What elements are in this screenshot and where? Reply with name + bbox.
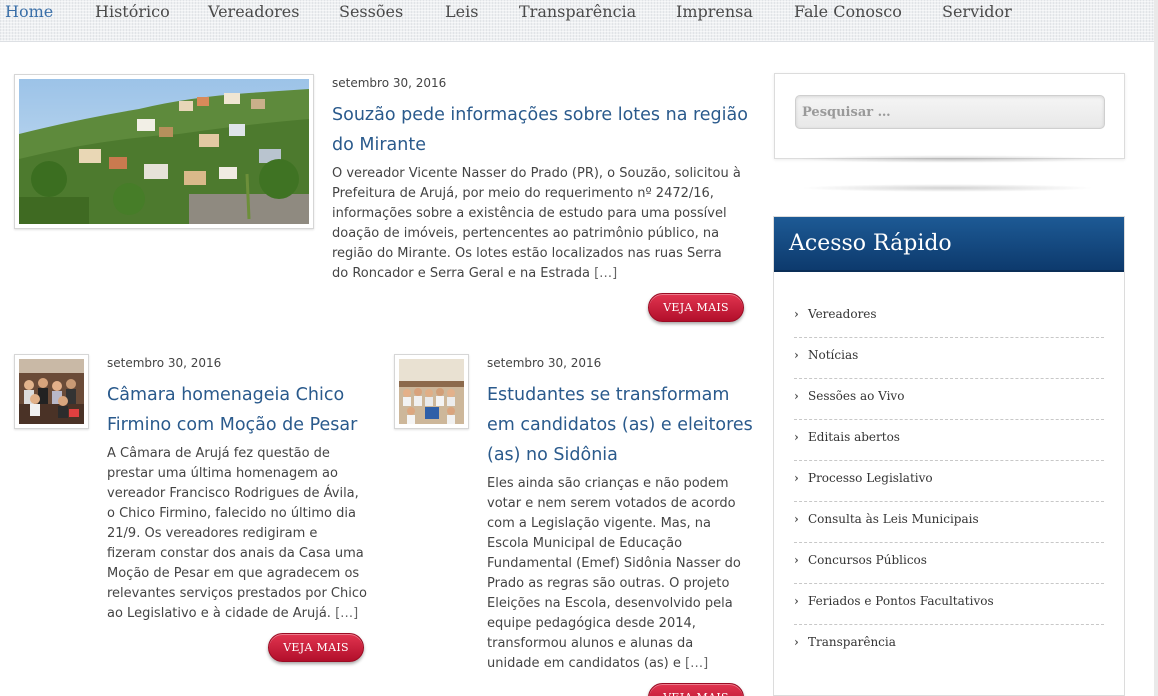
- chevron-right-icon: ›: [794, 635, 799, 649]
- quick-link-processo-legislativo[interactable]: › Processo Legislativo: [794, 461, 1104, 502]
- post-3-excerpt-text: Eles ainda são crianças e não podem vota…: [487, 476, 741, 671]
- quick-access-panel: Acesso Rápido › Vereadores › Notícias › Ses…: [773, 216, 1125, 696]
- chevron-right-icon: ›: [794, 594, 799, 608]
- post-1-date: setembro 30, 2016: [332, 76, 447, 90]
- quick-link-label: Processo Legislativo: [808, 471, 933, 485]
- quick-access-title: Acesso Rápido: [774, 217, 1124, 272]
- post-1-title[interactable]: Souzão pede informações sobre lotes na r…: [332, 100, 752, 160]
- post-1-more-link[interactable]: […]: [594, 266, 617, 281]
- post-2-title[interactable]: Câmara homenageia Chico Firmino com Moçã…: [107, 380, 367, 440]
- post-3-more-link[interactable]: […]: [685, 656, 708, 671]
- post-1-excerpt-text: O vereador Vicente Nasser do Prado (PR),…: [332, 166, 741, 281]
- chevron-right-icon: ›: [794, 553, 799, 567]
- post-2-date: setembro 30, 2016: [107, 356, 222, 370]
- quick-link-label: Concursos Públicos: [808, 553, 927, 567]
- post-2-excerpt-text: A Câmara de Arujá fez questão de prestar…: [107, 446, 367, 621]
- post-3-read-more-button[interactable]: VEJA MAIS: [648, 683, 744, 696]
- chevron-right-icon: ›: [794, 348, 799, 362]
- nav-servidor[interactable]: Servidor: [942, 2, 1012, 21]
- post-3-excerpt: Eles ainda são crianças e não podem vota…: [487, 474, 749, 674]
- quick-link-label: Vereadores: [808, 307, 877, 321]
- nav-vereadores[interactable]: Vereadores: [208, 2, 299, 21]
- post-1-excerpt: O vereador Vicente Nasser do Prado (PR),…: [332, 164, 742, 284]
- post-2-excerpt: A Câmara de Arujá fez questão de prestar…: [107, 444, 369, 624]
- top-nav: Home Histórico Vereadores Sessões Leis T…: [0, 0, 1158, 42]
- nav-imprensa[interactable]: Imprensa: [676, 2, 753, 21]
- nav-home[interactable]: Home: [5, 2, 53, 21]
- nav-leis[interactable]: Leis: [445, 2, 478, 21]
- chevron-right-icon: ›: [794, 512, 799, 526]
- chevron-right-icon: ›: [794, 307, 799, 321]
- quick-link-sessoes-ao-vivo[interactable]: › Sessões ao Vivo: [794, 379, 1104, 420]
- search-input[interactable]: [795, 95, 1105, 129]
- search-widget: [774, 73, 1125, 159]
- scrollbar-edge[interactable]: [1154, 0, 1158, 696]
- quick-link-editais-abertos[interactable]: › Editais abertos: [794, 420, 1104, 461]
- post-2-more-link[interactable]: […]: [335, 606, 358, 621]
- quick-link-feriados[interactable]: › Feriados e Pontos Facultativos: [794, 584, 1104, 625]
- nav-transparencia[interactable]: Transparência: [519, 2, 636, 21]
- quick-link-label: Sessões ao Vivo: [808, 389, 905, 403]
- quick-link-consulta-leis[interactable]: › Consulta às Leis Municipais: [794, 502, 1104, 543]
- quick-link-label: Feriados e Pontos Facultativos: [808, 594, 994, 608]
- quick-link-label: Editais abertos: [808, 430, 900, 444]
- nav-fale-conosco[interactable]: Fale Conosco: [794, 2, 902, 21]
- post-3-image: [399, 359, 464, 424]
- post-1-read-more-button[interactable]: VEJA MAIS: [648, 293, 744, 322]
- post-1-thumbnail[interactable]: [14, 74, 314, 229]
- nav-historico[interactable]: Histórico: [95, 2, 170, 21]
- chevron-right-icon: ›: [794, 471, 799, 485]
- quick-link-vereadores[interactable]: › Vereadores: [794, 297, 1104, 338]
- quick-access-list: › Vereadores › Notícias › Sessões ao Vivo ›…: [774, 272, 1124, 666]
- post-3-title[interactable]: Estudantes se transformam em candidatos …: [487, 380, 757, 470]
- quick-link-label: Notícias: [808, 348, 859, 362]
- post-2-read-more-button[interactable]: VEJA MAIS: [268, 633, 364, 662]
- post-1-image: [19, 79, 309, 224]
- quick-link-transparencia[interactable]: › Transparência: [794, 625, 1104, 666]
- search-widget-shadow: [795, 155, 1105, 163]
- chevron-right-icon: ›: [794, 430, 799, 444]
- post-3-date: setembro 30, 2016: [487, 356, 602, 370]
- post-3-thumbnail[interactable]: [394, 354, 469, 429]
- quick-link-label: Consulta às Leis Municipais: [808, 512, 979, 526]
- quick-link-concursos[interactable]: › Concursos Públicos: [794, 543, 1104, 584]
- post-2-image: [19, 359, 84, 424]
- widget-divider: [800, 184, 1095, 192]
- nav-sessoes[interactable]: Sessões: [339, 2, 403, 21]
- quick-link-noticias[interactable]: › Notícias: [794, 338, 1104, 379]
- quick-link-label: Transparência: [808, 635, 896, 649]
- chevron-right-icon: ›: [794, 389, 799, 403]
- post-2-thumbnail[interactable]: [14, 354, 89, 429]
